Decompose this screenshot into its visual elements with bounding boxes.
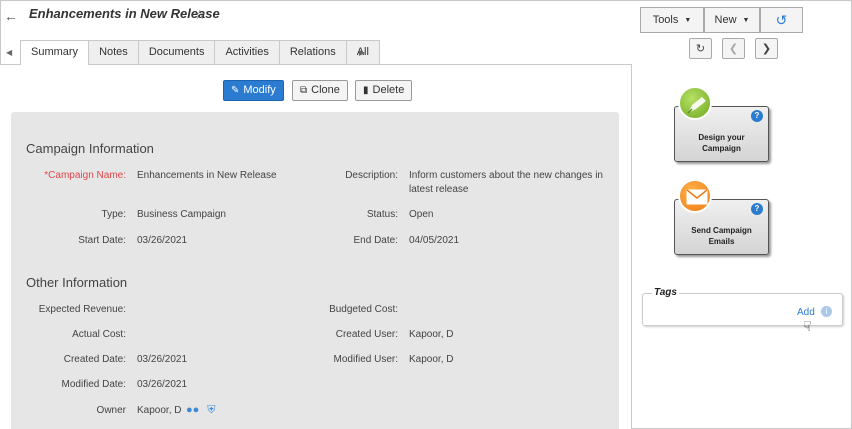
history-icon: ↺ xyxy=(775,11,788,28)
history-button[interactable]: ↺ xyxy=(760,7,803,33)
refresh-icon: ↻ xyxy=(695,43,706,55)
arrow-right-circle-icon: ❯ xyxy=(761,43,772,55)
email-line1: Send Campaign xyxy=(691,226,752,235)
tags-title: Tags xyxy=(652,287,679,298)
info-icon[interactable]: i xyxy=(821,306,832,317)
modified-date-value: 03/26/2021 xyxy=(137,379,188,390)
created-user-label: Created User: xyxy=(335,329,398,340)
tools-dropdown-button[interactable]: Tools ▼ xyxy=(640,7,704,33)
new-dropdown-button[interactable]: New ▼ xyxy=(704,7,760,33)
modify-button[interactable]: ✎ Modify xyxy=(223,80,284,101)
status-value: Open xyxy=(409,209,434,220)
tab-activities[interactable]: Activities xyxy=(214,40,280,64)
end-date-value: 04/05/2021 xyxy=(409,235,460,246)
budgeted-cost-label: Budgeted Cost: xyxy=(329,304,398,315)
trash-icon: ▮ xyxy=(363,85,369,96)
back-arrow-icon[interactable]: ← xyxy=(4,9,18,23)
actual-cost-label: Actual Cost: xyxy=(72,329,126,340)
created-date-label: Created Date: xyxy=(63,354,126,365)
type-label: Type: xyxy=(101,209,126,220)
description-label: Description: xyxy=(345,170,398,181)
caret-down-icon: ▼ xyxy=(742,16,750,24)
start-date-value: 03/26/2021 xyxy=(137,235,188,246)
arrow-left-circle-icon: ❮ xyxy=(728,43,739,55)
tab-documents[interactable]: Documents xyxy=(137,40,216,64)
type-value: Business Campaign xyxy=(137,209,226,220)
modified-user-value: Kapoor, D xyxy=(409,354,454,365)
previous-record-button[interactable]: ❮ xyxy=(722,38,745,59)
tools-label: Tools xyxy=(652,14,679,26)
tab-scroll-left-icon[interactable]: ◀ xyxy=(6,48,12,57)
tab-bar: Summary Notes Documents Activities Relat… xyxy=(20,40,380,65)
tab-relations[interactable]: Relations xyxy=(278,40,347,64)
help-icon[interactable]: ? xyxy=(751,203,763,215)
modify-label: Modify xyxy=(243,84,276,96)
refresh-button[interactable]: ↻ xyxy=(689,38,712,59)
clone-button[interactable]: ⧉ Clone xyxy=(292,80,348,101)
owner-icons: ●● ⛨ xyxy=(186,404,216,417)
send-emails-label: Send Campaign Emails xyxy=(675,225,768,247)
delete-button[interactable]: ▮ Delete xyxy=(355,80,413,101)
owner-label: Owner xyxy=(96,405,126,416)
description-value: Inform customers about the new changes i… xyxy=(409,170,603,195)
created-date-value: 03/26/2021 xyxy=(137,354,188,365)
tab-scroll-right-icon[interactable]: ▶ xyxy=(359,48,365,57)
caret-down-icon: ▼ xyxy=(684,16,692,24)
expected-revenue-label: Expected Revenue: xyxy=(38,304,126,315)
status-label: Status: xyxy=(366,209,398,220)
other-info-title: Other Information xyxy=(26,275,128,290)
campaign-name-label: *Campaign Name: xyxy=(44,170,126,181)
hand-cursor-icon: ☟ xyxy=(803,318,812,334)
end-date-label: End Date: xyxy=(353,235,398,246)
clone-label: Clone xyxy=(311,84,340,96)
modified-date-label: Modified Date: xyxy=(61,379,126,390)
created-user-value: Kapoor, D xyxy=(409,329,454,340)
new-label: New xyxy=(714,14,737,26)
tab-summary[interactable]: Summary xyxy=(20,40,90,65)
pencil-icon: ✎ xyxy=(231,85,240,96)
owner-value: Kapoor, D xyxy=(137,405,182,416)
design-line1: Design your xyxy=(698,133,745,142)
favorite-star-icon[interactable]: ☆ xyxy=(194,7,206,23)
design-campaign-label: Design your Campaign xyxy=(675,132,768,154)
add-tag-link[interactable]: Add xyxy=(797,307,815,318)
help-icon[interactable]: ? xyxy=(751,110,763,122)
copy-icon: ⧉ xyxy=(300,85,308,96)
envelope-icon xyxy=(678,179,712,213)
campaign-info-title: Campaign Information xyxy=(26,141,154,156)
email-line2: Emails xyxy=(708,237,735,246)
delete-label: Delete xyxy=(372,84,405,96)
start-date-label: Start Date: xyxy=(78,235,126,246)
shield-icon[interactable]: ⛨ xyxy=(207,404,215,417)
team-icon[interactable]: ●● xyxy=(186,404,199,417)
design-pen-icon xyxy=(678,86,712,120)
tab-notes[interactable]: Notes xyxy=(88,40,139,64)
campaign-name-value: Enhancements in New Release xyxy=(137,170,277,181)
page-title: Enhancements in New Release xyxy=(29,6,220,21)
modified-user-label: Modified User: xyxy=(333,354,398,365)
design-line2: Campaign xyxy=(702,144,741,153)
next-record-button[interactable]: ❯ xyxy=(755,38,778,59)
